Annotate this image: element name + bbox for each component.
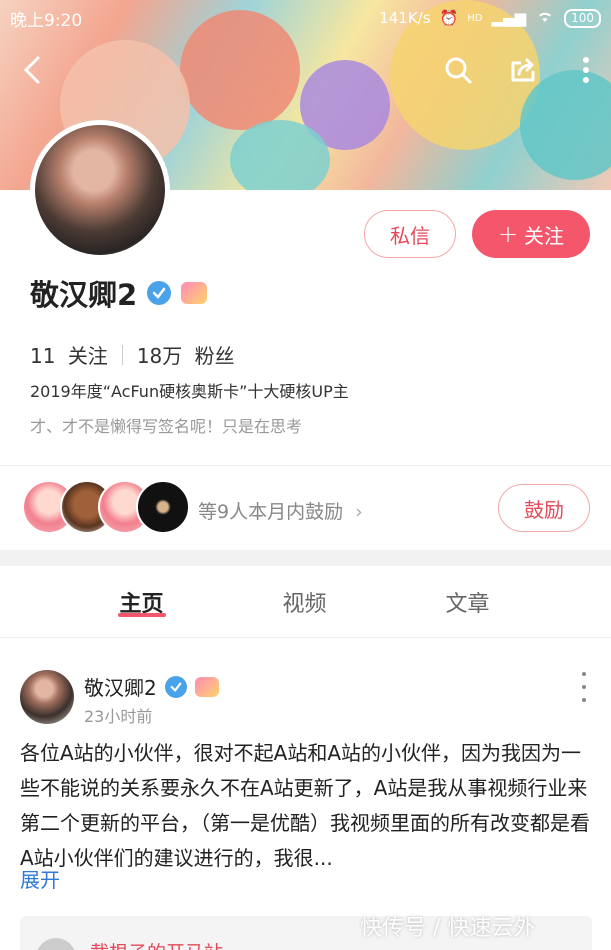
avatar-image [35,125,165,255]
alarm-icon: ⏰ [439,9,459,27]
status-bar: 晚上9:20 141K/s ⏰ HD ▂▄▆ 100 [0,0,611,36]
share-button[interactable] [505,52,541,88]
chevron-right-icon: › [355,501,363,523]
section-separator [0,550,611,566]
plus-icon: + [497,220,519,248]
tab-videos[interactable]: 视频 [223,566,386,637]
post-timestamp: 23小时前 [84,707,153,726]
signal-icon: ▂▄▆ [491,9,527,27]
post-author-avatar[interactable] [20,670,74,724]
profile-stats: 11 关注 18万 粉丝 [30,340,235,369]
status-icons: 141K/s ⏰ HD ▂▄▆ 100 [379,8,601,28]
tab-active-indicator [117,613,166,617]
cheer-avatars[interactable] [22,480,190,534]
profile-name: 敬汉卿2 [30,278,138,312]
signature-text: 才、才不是懒得写签名呢！只是在思考 [30,417,303,436]
following-stat[interactable]: 11 关注 [30,340,108,369]
fans-label: 粉丝 [194,344,235,368]
tab-articles[interactable]: 文章 [386,566,549,637]
tab-articles-label: 文章 [445,591,490,617]
back-icon [23,56,40,84]
more-dot [582,685,586,689]
tab-videos-label: 视频 [282,591,327,617]
cheer-summary[interactable]: 等9人本月内鼓励 › [198,497,363,524]
wifi-icon [535,8,555,28]
post-more-button[interactable] [574,672,594,702]
following-count: 11 [30,344,56,368]
follow-label: 关注 [524,223,565,248]
profile-name-row: 敬汉卿2 [30,272,208,314]
fans-stat[interactable]: 18万 粉丝 [137,340,235,369]
profile-tabs: 主页 视频 文章 [0,566,611,638]
verified-icon [164,675,187,698]
search-icon [445,57,472,84]
post-body: 各位A站的小伙伴，很对不起A站和A站的小伙伴，因为我因为一些不能说的关系要永久不… [20,741,590,870]
search-button[interactable] [440,52,476,88]
watermark: 快传号 / 快速云外 [360,916,536,941]
post-author-row: 敬汉卿2 [84,672,219,701]
verified-icon [147,281,172,305]
more-button[interactable] [568,52,604,88]
cheer-summary-text: 等9人本月内鼓励 [198,501,344,523]
message-label: 私信 [390,223,430,248]
shared-author-avatar [36,938,76,950]
cheer-button[interactable]: 鼓励 [498,484,590,532]
battery-icon: 100 [564,8,601,28]
expand-link[interactable]: 展开 [20,864,60,893]
stats-divider [121,344,123,365]
back-button[interactable] [14,52,50,88]
profile-page: 晚上9:20 141K/s ⏰ HD ▂▄▆ 100 私信 + 关注 敬汉卿2 … [0,0,611,950]
share-icon [511,58,535,82]
message-button[interactable]: 私信 [364,210,456,258]
divider [0,465,611,466]
follow-button[interactable]: + 关注 [472,210,590,258]
shared-author-name: 截根子的开马站 [90,938,223,950]
post-author-name[interactable]: 敬汉卿2 [84,672,157,701]
profile-avatar[interactable] [30,120,170,260]
network-speed: 141K/s [379,9,431,27]
fans-count: 18万 [136,344,183,368]
signal-label: HD [467,12,483,24]
up-badge-icon [181,282,208,304]
more-dot [582,672,586,676]
more-icon [583,57,589,83]
fan-avatar [136,480,190,534]
cheer-label: 鼓励 [524,497,564,522]
following-label: 关注 [67,344,108,368]
up-badge-icon [194,676,219,697]
status-time: 晚上9:20 [10,10,83,31]
more-dot [582,698,586,702]
tab-home[interactable]: 主页 [60,566,223,637]
award-text: 2019年度“AcFun硬核奥斯卡”十大硬核UP主 [30,382,349,401]
